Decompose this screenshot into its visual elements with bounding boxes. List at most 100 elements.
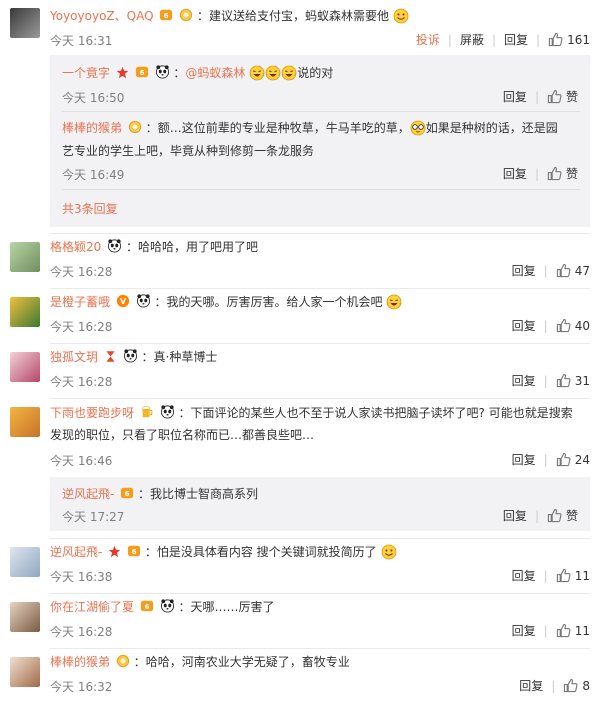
panda-emoji-icon	[107, 238, 122, 253]
comment-username[interactable]: 你在江湖偷了夏	[50, 600, 134, 614]
like-count: 8	[582, 679, 590, 693]
comment-text-line2: 发现的职位，只看了职位名称而已…都善良些吧…	[50, 428, 315, 442]
thumb-up-icon	[556, 373, 571, 388]
reply-button[interactable]: 回复	[503, 88, 527, 105]
comment-item: 下雨也要跑步呀 ：下面评论的某些人也不至于说人家读书把脑子读坏了吧? 可能也就是…	[0, 399, 600, 539]
like-button[interactable]: 47	[556, 263, 590, 278]
avatar[interactable]	[10, 242, 40, 272]
reply-text: 我比博士智商高系列	[150, 487, 259, 501]
avatar[interactable]	[10, 657, 40, 687]
comment-time: 今天 16:31	[50, 34, 113, 48]
comment-username[interactable]: 是橙子蓄哦	[50, 295, 110, 309]
thumb-up-icon	[547, 166, 562, 181]
like-button[interactable]: 赞	[547, 507, 578, 524]
thumb-up-icon	[563, 678, 578, 693]
crown-badge-icon	[159, 8, 173, 22]
like-count: 11	[574, 624, 590, 638]
reply-button[interactable]: 回复	[512, 372, 536, 389]
avatar[interactable]	[10, 352, 40, 382]
comment-item: 是橙子蓄哦 ：我的天哪。厉害厉害。给人家一个机会吧 今天 16:28 回复 | 4…	[0, 289, 600, 343]
reply-button[interactable]: 回复	[503, 165, 527, 182]
reply-button[interactable]: 回复	[504, 31, 528, 48]
avatar[interactable]	[10, 8, 40, 38]
like-button[interactable]: 24	[556, 452, 590, 467]
like-button[interactable]: 40	[556, 318, 590, 333]
avatar[interactable]	[10, 602, 40, 632]
like-button[interactable]: 11	[556, 623, 590, 638]
thumb-up-icon	[556, 568, 571, 583]
comment-username[interactable]: 逆风起飛-	[50, 545, 102, 559]
avatar[interactable]	[10, 547, 40, 577]
star-badge-icon	[116, 66, 129, 79]
vip-badge-icon	[116, 294, 130, 308]
like-count: 31	[574, 374, 590, 388]
comment-item: 独孤文玥 ：真·种草博士 今天 16:28 回复 | 31	[0, 344, 600, 398]
laugh-emoji-icon	[249, 65, 265, 81]
reply-button[interactable]: 回复	[512, 262, 536, 279]
like-count: 11	[574, 569, 590, 583]
like-button[interactable]: 8	[563, 678, 590, 693]
comment-text: 我的天哪。厉害厉害。给人家一个机会吧	[166, 295, 383, 309]
reply-username[interactable]: 一个竟字	[62, 66, 110, 80]
laugh-emoji-icon	[386, 294, 402, 310]
avatar[interactable]	[10, 297, 40, 327]
reply-time: 今天 17:27	[62, 510, 125, 524]
like-button[interactable]: 11	[556, 568, 590, 583]
reply-item: 一个竟字 ：@蚂蚁森林 说的对	[62, 65, 334, 81]
reply-button[interactable]: 回复	[503, 507, 527, 524]
like-count: 47	[574, 264, 590, 278]
like-count: 161	[567, 33, 590, 47]
reply-username[interactable]: 逆风起飛-	[62, 487, 114, 501]
more-replies-link[interactable]: 共3条回复	[62, 200, 118, 217]
comment-time: 今天 16:28	[50, 265, 113, 279]
reply-item: 逆风起飛- ：我比博士智商高系列	[62, 487, 259, 501]
block-button[interactable]: 屏蔽	[460, 31, 484, 48]
crown-badge-icon	[135, 65, 149, 79]
smile-emoji-icon	[393, 8, 409, 24]
reply-button[interactable]: 回复	[512, 451, 536, 468]
comment-time: 今天 16:28	[50, 320, 113, 334]
laugh-emoji-icon	[265, 65, 281, 81]
medal-badge-icon	[179, 8, 193, 22]
like-button[interactable]: 31	[556, 373, 590, 388]
smile-emoji-icon	[381, 544, 397, 560]
comment-text: 天哪……厉害了	[190, 600, 275, 614]
reply-button[interactable]: 回复	[519, 677, 543, 694]
report-button[interactable]: 投诉	[416, 31, 440, 48]
thumb-up-icon	[547, 508, 562, 523]
reply-button[interactable]: 回复	[512, 622, 536, 639]
mention-link[interactable]: @蚂蚁森林	[185, 66, 245, 80]
comment-username[interactable]: 独孤文玥	[50, 350, 98, 364]
like-button[interactable]: 赞	[547, 165, 578, 182]
comment-text: 真·种草博士	[153, 350, 218, 364]
comment-username[interactable]: 下雨也要跑步呀	[50, 406, 134, 420]
panda-emoji-icon	[160, 404, 175, 419]
comment-username[interactable]: 格格颖20	[50, 240, 101, 254]
laugh-emoji-icon	[281, 65, 297, 81]
comment-time: 今天 16:28	[50, 625, 113, 639]
comment-item: 棒棒的猴弟 ：哈哈，河南农业大学无疑了，畜牧专业 今天 16:32 回复 | 8	[0, 649, 600, 701]
comment-item: YoyoyoyoZ、QAQ ：建议送给支付宝，蚂蚁森林需要他 今天 16:31 …	[0, 0, 600, 227]
comment-text: 哈哈哈，用了吧用了吧	[137, 240, 258, 254]
comment-item: 你在江湖偷了夏 ：天哪……厉害了 今天 16:28 回复 | 11	[0, 594, 600, 648]
thumb-up-icon	[556, 263, 571, 278]
glasses-emoji-icon	[410, 120, 426, 136]
medal-badge-icon	[128, 120, 142, 134]
comment-text: 怕是没具体看内容 搜个关键词就投简历了	[156, 545, 377, 559]
comment-text: 建议送给支付宝，蚂蚁森林需要他	[209, 9, 390, 23]
like-count: 24	[574, 453, 590, 467]
like-button[interactable]: 赞	[547, 88, 578, 105]
like-button[interactable]: 161	[548, 32, 590, 47]
avatar[interactable]	[10, 407, 40, 437]
reply-button[interactable]: 回复	[512, 567, 536, 584]
comment-username[interactable]: 棒棒的猴弟	[50, 655, 110, 669]
comment-time: 今天 16:32	[50, 680, 113, 694]
comment-item: 格格颖20 ：哈哈哈，用了吧用了吧 今天 16:28 回复 | 47	[0, 234, 600, 288]
reply-username[interactable]: 棒棒的猴弟	[62, 121, 122, 135]
comment-username[interactable]: YoyoyoyoZ、QAQ	[50, 9, 154, 23]
beer-badge-icon	[140, 405, 154, 419]
reply-button[interactable]: 回复	[512, 317, 536, 334]
reply-text: 额…这位前辈的专业是种牧草，牛马羊吃的草，	[157, 121, 410, 135]
panda-emoji-icon	[136, 293, 151, 308]
like-count: 40	[574, 319, 590, 333]
